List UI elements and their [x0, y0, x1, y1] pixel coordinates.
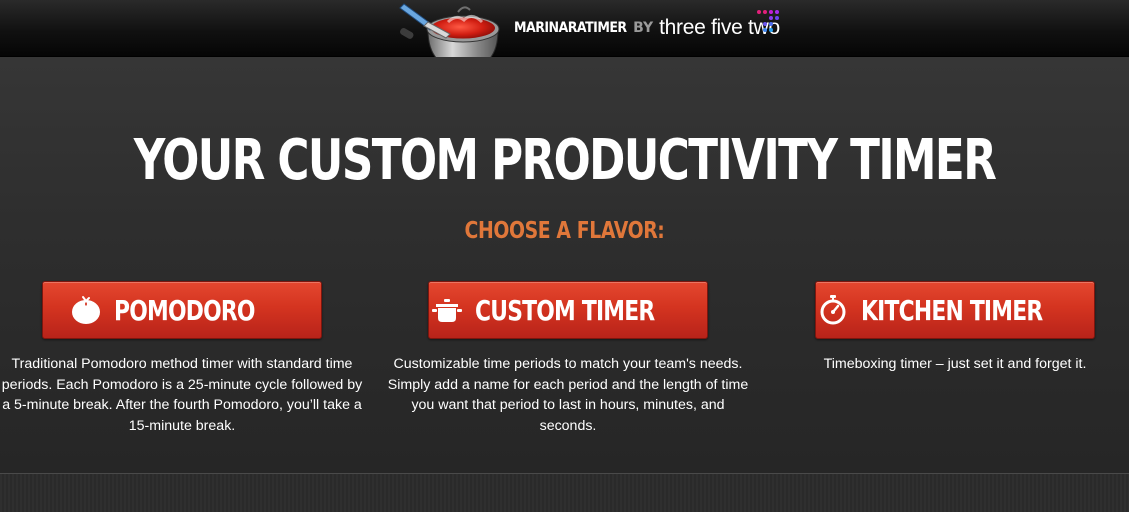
brand-by: BY [633, 20, 654, 36]
custom-timer-description: Customizable time periods to match your … [387, 356, 749, 434]
brand[interactable]: MARINARATIMER BY three five two [514, 14, 780, 42]
custom-timer-button-label: CUSTOM TIMER [474, 293, 655, 327]
kitchen-timer-button-label: KITCHEN TIMER [860, 293, 1043, 327]
tomato-icon [71, 296, 100, 324]
page-title: YOUR CUSTOM PRODUCTIVITY TIMER [133, 128, 997, 193]
pomodoro-button-label: POMODORO [113, 293, 255, 327]
stopwatch-icon [820, 295, 846, 325]
pomodoro-button[interactable]: POMODORO [42, 281, 322, 339]
brand-name[interactable]: MARINARATIMER [514, 20, 627, 36]
kitchen-timer-button[interactable]: KITCHEN TIMER [815, 281, 1095, 339]
pomodoro-description: Traditional Pomodoro method timer with s… [1, 356, 363, 434]
kitchen-timer-description: Timeboxing timer – just set it and forge… [823, 356, 1087, 372]
custom-timer-button[interactable]: CUSTOM TIMER [428, 281, 708, 339]
footer-strip [0, 473, 1129, 512]
choose-flavor-heading: CHOOSE A FLAVOR: [464, 218, 665, 244]
top-bar: MARINARATIMER BY three five two [0, 0, 1129, 57]
cooking-pot-icon [431, 299, 462, 322]
dot-grid-icon [757, 10, 779, 32]
